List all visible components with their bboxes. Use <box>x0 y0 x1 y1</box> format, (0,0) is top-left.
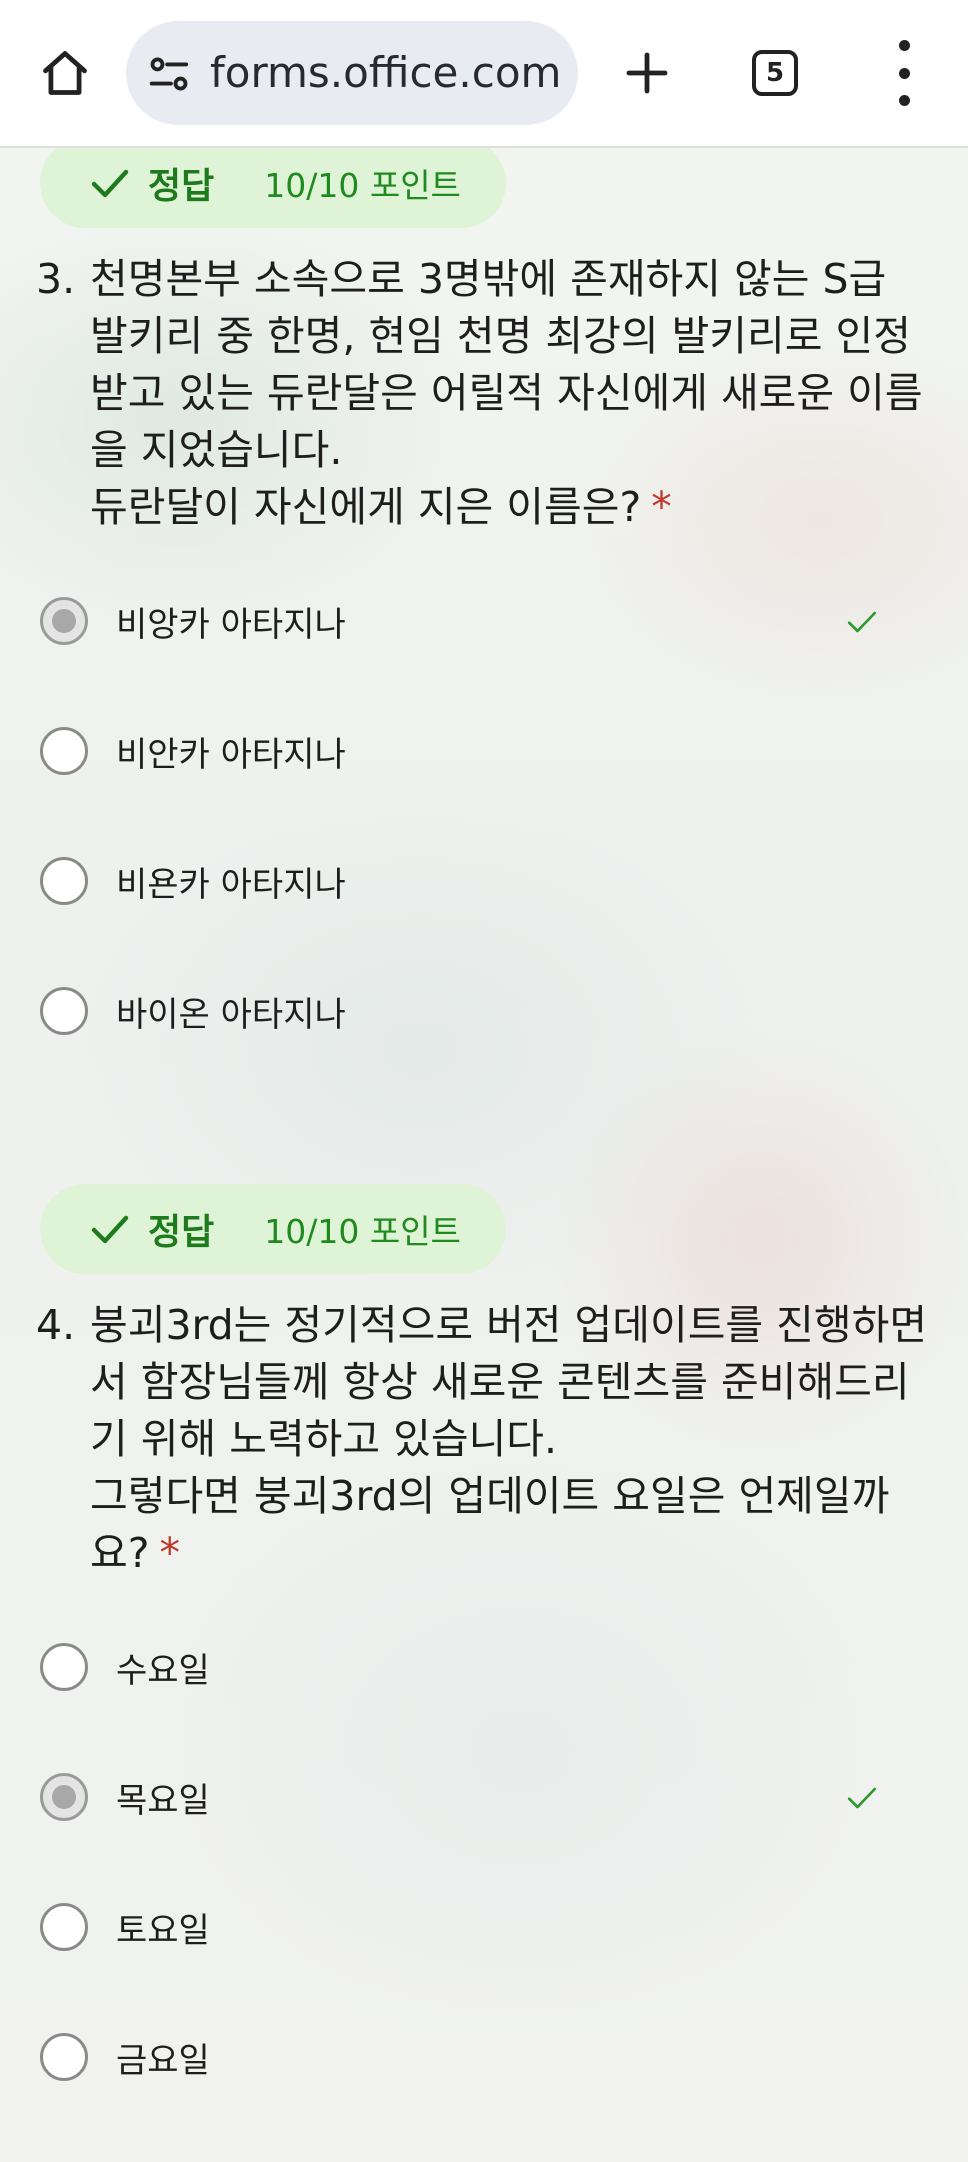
question-line: 붕괴3rd는 정기적으로 버전 업데이트를 진행하면 <box>90 1301 928 1349</box>
question-line: 발키리 중 한명, 현임 천명 최강의 발키리로 인정 <box>90 312 911 360</box>
more-vert-icon[interactable] <box>884 40 924 106</box>
plus-icon <box>626 52 668 94</box>
radio-button[interactable] <box>40 1773 88 1821</box>
required-mark: * <box>159 1529 180 1577</box>
option-q4-3[interactable]: 토요일 <box>40 1882 900 1972</box>
question-number: 3. <box>36 255 76 303</box>
option-q4-1[interactable]: 수요일 <box>40 1622 900 1712</box>
correct-badge: 정답 10/10 포인트 <box>40 1184 506 1274</box>
check-icon <box>91 169 129 198</box>
option-label: 수요일 <box>116 1650 210 1691</box>
option-label: 토요일 <box>116 1910 210 1951</box>
tab-count: 5 <box>765 58 785 88</box>
option-label: 비욘카 아타지나 <box>116 864 346 905</box>
question-line: 기 위해 노력하고 있습니다. <box>90 1415 558 1463</box>
option-q3-1[interactable]: 비앙카 아타지나 <box>40 576 900 666</box>
question-line: 요? <box>90 1529 150 1577</box>
radio-button[interactable] <box>40 857 88 905</box>
radio-button[interactable] <box>40 597 88 645</box>
home-button[interactable] <box>30 38 100 108</box>
address-bar[interactable]: forms.office.com/p <box>126 21 578 125</box>
option-label: 바이온 아타지나 <box>116 994 346 1035</box>
correct-label: 정답 <box>148 1212 215 1253</box>
question-line: 을 지었습니다. <box>90 426 343 474</box>
radio-button[interactable] <box>40 727 88 775</box>
radio-button[interactable] <box>40 987 88 1035</box>
radio-button[interactable] <box>40 1643 88 1691</box>
option-label: 금요일 <box>116 2040 210 2081</box>
question-line: 서 함장님들께 항상 새로운 콘텐츠를 준비해드리 <box>90 1358 910 1406</box>
site-settings-icon[interactable] <box>146 51 192 97</box>
radio-button[interactable] <box>40 1903 88 1951</box>
browser-toolbar: forms.office.com/p 5 <box>0 0 968 148</box>
question-4: 4. 붕괴3rd는 정기적으로 버전 업데이트를 진행하면 서 함장님들께 항상… <box>36 1297 936 1582</box>
check-icon <box>847 611 877 633</box>
option-q4-4[interactable]: 금요일 <box>40 2012 900 2102</box>
required-mark: * <box>651 483 672 531</box>
option-q3-3[interactable]: 비욘카 아타지나 <box>40 836 900 926</box>
option-q4-2[interactable]: 목요일 <box>40 1752 900 1842</box>
new-tab-button[interactable] <box>612 38 682 108</box>
correct-label: 정답 <box>148 166 215 207</box>
home-icon <box>43 51 87 95</box>
option-q3-4[interactable]: 바이온 아타지나 <box>40 966 900 1056</box>
check-icon <box>91 1215 129 1244</box>
question-line: 듀란달이 자신에게 지은 이름은? <box>90 483 642 531</box>
correct-badge: 정답 10/10 포인트 <box>40 138 506 228</box>
question-3: 3. 천명본부 소속으로 3명밖에 존재하지 않는 S급 발키리 중 한명, 현… <box>36 251 936 536</box>
question-line: 받고 있는 듀란달은 어릴적 자신에게 새로운 이름 <box>90 369 923 417</box>
check-icon <box>847 1787 877 1809</box>
url-text[interactable]: forms.office.com/p <box>210 43 560 103</box>
option-q3-2[interactable]: 비안카 아타지나 <box>40 706 900 796</box>
option-label: 비안카 아타지나 <box>116 734 346 775</box>
radio-button[interactable] <box>40 2033 88 2081</box>
points-text: 10/10 포인트 <box>264 166 461 205</box>
question-line: 천명본부 소속으로 3명밖에 존재하지 않는 S급 <box>90 255 887 303</box>
question-line: 그렇다면 붕괴3rd의 업데이트 요일은 언제일까 <box>90 1472 890 1520</box>
question-number: 4. <box>36 1301 76 1349</box>
points-text: 10/10 포인트 <box>264 1212 461 1251</box>
option-label: 목요일 <box>116 1780 210 1821</box>
option-label: 비앙카 아타지나 <box>116 604 346 645</box>
tab-switcher-icon[interactable]: 5 <box>752 50 798 96</box>
